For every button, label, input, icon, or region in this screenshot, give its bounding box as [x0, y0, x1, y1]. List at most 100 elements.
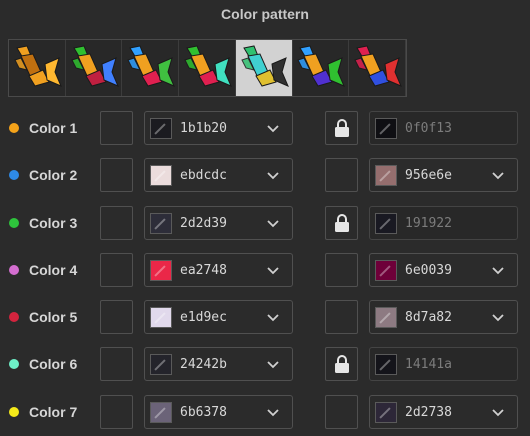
chevron-down-icon	[267, 220, 279, 228]
chevron-down-icon	[492, 314, 504, 322]
pattern-thumb-7[interactable]	[349, 40, 407, 96]
color-swatch	[375, 165, 397, 186]
color-swatch	[150, 118, 172, 139]
color-swatch	[150, 402, 172, 423]
secondary-hex-value: 14141a	[405, 357, 452, 372]
secondary-toggle-button[interactable]	[325, 158, 358, 192]
secondary-color-select: 191922	[369, 206, 518, 240]
primary-toggle-button[interactable]	[100, 111, 133, 145]
secondary-color-select[interactable]: 2d2738	[369, 395, 518, 429]
pattern-thumb-4[interactable]	[179, 40, 236, 96]
color-swatch	[150, 165, 172, 186]
color-row: Color 2 ebdcdc 956e6e	[0, 158, 530, 192]
lock-button[interactable]	[325, 347, 358, 381]
primary-color-select[interactable]: ea2748	[144, 253, 293, 287]
secondary-hex-value: 8d7a82	[405, 310, 452, 325]
fish-pattern-icon	[354, 45, 403, 87]
chevron-down-icon	[492, 409, 504, 417]
color-swatch	[375, 402, 397, 423]
color-row-label: Color 4	[29, 262, 78, 278]
chevron-down-icon	[267, 314, 279, 322]
primary-color-select[interactable]: 2d2d39	[144, 206, 293, 240]
color-swatch	[150, 307, 172, 328]
secondary-color-select: 0f0f13	[369, 111, 518, 145]
color-row-label: Color 7	[29, 404, 78, 420]
color-swatch	[375, 354, 397, 375]
pattern-thumb-3[interactable]	[122, 40, 180, 96]
secondary-toggle-button[interactable]	[325, 300, 358, 334]
primary-hex-value: 2d2d39	[180, 216, 227, 231]
primary-hex-value: 24242b	[180, 357, 227, 372]
chevron-down-icon	[492, 267, 504, 275]
color-dot	[9, 218, 19, 228]
fish-pattern-icon	[241, 45, 289, 87]
primary-hex-value: ea2748	[180, 263, 227, 278]
color-row: Color 5 e1d9ec 8d7a82	[0, 300, 530, 334]
color-dot	[9, 359, 19, 369]
color-row-label: Color 3	[29, 215, 78, 231]
primary-hex-value: e1d9ec	[180, 310, 227, 325]
panel-title: Color pattern	[221, 6, 309, 22]
chevron-down-icon	[267, 267, 279, 275]
fish-pattern-icon	[184, 45, 232, 87]
primary-hex-value: 1b1b20	[180, 121, 227, 136]
chevron-down-icon	[267, 409, 279, 417]
secondary-toggle-button[interactable]	[325, 395, 358, 429]
primary-color-select[interactable]: ebdcdc	[144, 158, 293, 192]
primary-toggle-button[interactable]	[100, 347, 133, 381]
secondary-color-select[interactable]: 956e6e	[369, 158, 518, 192]
secondary-hex-value: 6e0039	[405, 263, 452, 278]
color-row: Color 1 1b1b20 0f0f13	[0, 111, 530, 145]
primary-toggle-button[interactable]	[100, 253, 133, 287]
color-swatch	[375, 118, 397, 139]
primary-toggle-button[interactable]	[100, 158, 133, 192]
color-row: Color 6 24242b 14141a	[0, 347, 530, 381]
color-row: Color 7 6b6378 2d2738	[0, 395, 530, 429]
chevron-down-icon	[492, 172, 504, 180]
secondary-hex-value: 2d2738	[405, 405, 452, 420]
color-row-label: Color 1	[29, 120, 78, 136]
fish-pattern-icon	[14, 45, 62, 87]
primary-color-select[interactable]: 24242b	[144, 347, 293, 381]
color-swatch	[150, 213, 172, 234]
primary-hex-value: 6b6378	[180, 405, 227, 420]
pattern-selector	[8, 39, 407, 97]
color-row-label: Color 2	[29, 167, 78, 183]
color-row-label: Color 6	[29, 356, 78, 372]
secondary-toggle-button[interactable]	[325, 253, 358, 287]
color-row: Color 4 ea2748 6e0039	[0, 253, 530, 287]
color-swatch	[375, 307, 397, 328]
fish-pattern-icon	[127, 45, 176, 87]
color-dot	[9, 265, 19, 275]
primary-toggle-button[interactable]	[100, 206, 133, 240]
primary-toggle-button[interactable]	[100, 395, 133, 429]
secondary-color-select[interactable]: 8d7a82	[369, 300, 518, 334]
pattern-thumb-1[interactable]	[9, 40, 66, 96]
color-swatch	[375, 260, 397, 281]
primary-color-select[interactable]: 1b1b20	[144, 111, 293, 145]
pattern-thumb-2[interactable]	[66, 40, 123, 96]
pattern-thumb-5[interactable]	[235, 40, 293, 96]
lock-icon	[334, 214, 349, 232]
pattern-thumb-6[interactable]	[293, 40, 350, 96]
chevron-down-icon	[267, 361, 279, 369]
primary-toggle-button[interactable]	[100, 300, 133, 334]
secondary-hex-value: 956e6e	[405, 168, 452, 183]
color-dot	[9, 312, 19, 322]
color-swatch	[375, 213, 397, 234]
secondary-color-select[interactable]: 6e0039	[369, 253, 518, 287]
fish-pattern-icon	[70, 45, 119, 87]
primary-color-select[interactable]: e1d9ec	[144, 300, 293, 334]
color-swatch	[150, 260, 172, 281]
primary-color-select[interactable]: 6b6378	[144, 395, 293, 429]
color-swatch	[150, 354, 172, 375]
secondary-hex-value: 0f0f13	[405, 121, 452, 136]
chevron-down-icon	[267, 125, 279, 133]
color-row-label: Color 5	[29, 309, 78, 325]
fish-pattern-icon	[297, 45, 346, 87]
secondary-hex-value: 191922	[405, 216, 452, 231]
lock-button[interactable]	[325, 111, 358, 145]
color-dot	[9, 407, 19, 417]
lock-button[interactable]	[325, 206, 358, 240]
secondary-color-select: 14141a	[369, 347, 518, 381]
